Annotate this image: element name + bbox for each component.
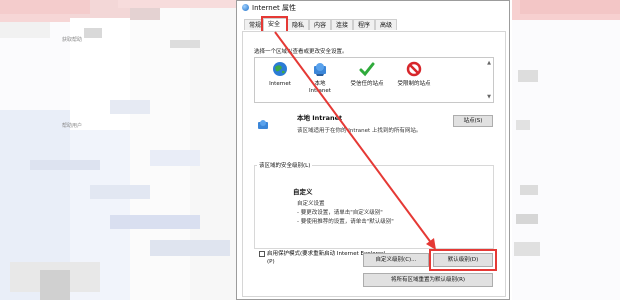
no-entry-icon — [406, 61, 422, 77]
background-tile — [0, 0, 90, 14]
internet-explorer-icon — [242, 4, 249, 11]
background-tile — [84, 28, 102, 38]
background-tile — [110, 215, 200, 229]
background-tile — [150, 240, 230, 256]
zone-restricted-sites-label: 受限制的站点 — [397, 81, 431, 87]
intranet-zone-icon — [258, 120, 268, 129]
background-blur-left — [0, 0, 70, 300]
zone-local-intranet[interactable]: 本地 Intranet — [303, 61, 337, 95]
background-tile — [130, 8, 160, 20]
zone-list[interactable]: Internet 本地 Intranet 受信任的站点 受限制的站点 ▲ ▼ — [254, 57, 494, 103]
background-tile — [110, 100, 150, 114]
background-tile — [516, 214, 538, 224]
background-tile — [118, 0, 236, 8]
reset-all-zones-button[interactable]: 将所有区域重置为默认级别(R) — [363, 273, 493, 287]
dialog-title: Internet 属性 — [252, 4, 297, 12]
zone-internet[interactable]: Internet — [263, 61, 297, 88]
tab-privacy[interactable]: 隐私 — [287, 19, 309, 30]
zone-local-intranet-label: 本地 Intranet — [309, 81, 331, 94]
background-tile — [90, 185, 150, 199]
background-tile — [0, 22, 50, 38]
zone-trusted-sites-label: 受信任的站点 — [350, 81, 384, 87]
background-tile — [150, 150, 200, 166]
background-tile — [518, 70, 538, 82]
background-caption: 获取帮助 — [62, 37, 83, 43]
custom-level-button[interactable]: 自定义级别(C)... — [363, 253, 429, 267]
background-tile — [170, 40, 200, 48]
selected-zone-title: 本地 Intranet — [297, 114, 343, 122]
tab-content[interactable]: 内容 — [309, 19, 331, 30]
background-tile — [514, 242, 540, 256]
zone-scroll-down-icon[interactable]: ▼ — [487, 94, 491, 100]
dialog-titlebar: Internet 属性 — [237, 1, 509, 15]
tab-programs[interactable]: 程序 — [353, 19, 375, 30]
background-blur-left-2 — [70, 0, 130, 300]
protected-mode-checkbox[interactable] — [259, 251, 265, 257]
background-tile — [516, 120, 530, 130]
background-caption-2: 帮助用户 — [62, 123, 83, 129]
default-level-highlight — [429, 249, 497, 271]
background-tile — [40, 270, 70, 300]
background-tile — [520, 185, 538, 195]
background-tile — [520, 0, 620, 14]
zone-scroll-up-icon[interactable]: ▲ — [487, 60, 491, 66]
sites-button[interactable]: 站点(S) — [453, 115, 493, 127]
zone-internet-label: Internet — [269, 81, 291, 87]
selected-zone-description: 该区域适用于在你的 Intranet 上找到的所有网站。 — [297, 128, 422, 134]
zone-restricted-sites[interactable]: 受限制的站点 — [387, 61, 441, 88]
security-level-label: 该区域的安全级别(L) — [257, 161, 313, 169]
background-tile — [30, 160, 100, 170]
globe-icon — [273, 62, 287, 76]
tab-advanced[interactable]: 高级 — [375, 19, 397, 30]
zone-trusted-sites[interactable]: 受信任的站点 — [341, 61, 393, 88]
security-level-line: - 要更改设置，请单击"自定义级别" — [297, 210, 383, 216]
zone-prompt: 选择一个区域以查看或更改安全设置。 — [254, 49, 348, 55]
internet-properties-dialog: Internet 属性 常规 安全 隐私 内容 连接 程序 高级 选择一个区域以… — [236, 0, 510, 300]
check-icon — [359, 62, 375, 77]
security-level-title: 自定义 — [293, 188, 313, 196]
security-level-group — [254, 165, 494, 249]
security-level-line: - 要使用推荐的设置，请单击"默认级别" — [297, 219, 394, 225]
security-level-line: 自定义设置 — [297, 201, 325, 207]
intranet-icon — [314, 63, 326, 76]
tab-connections[interactable]: 连接 — [331, 19, 353, 30]
